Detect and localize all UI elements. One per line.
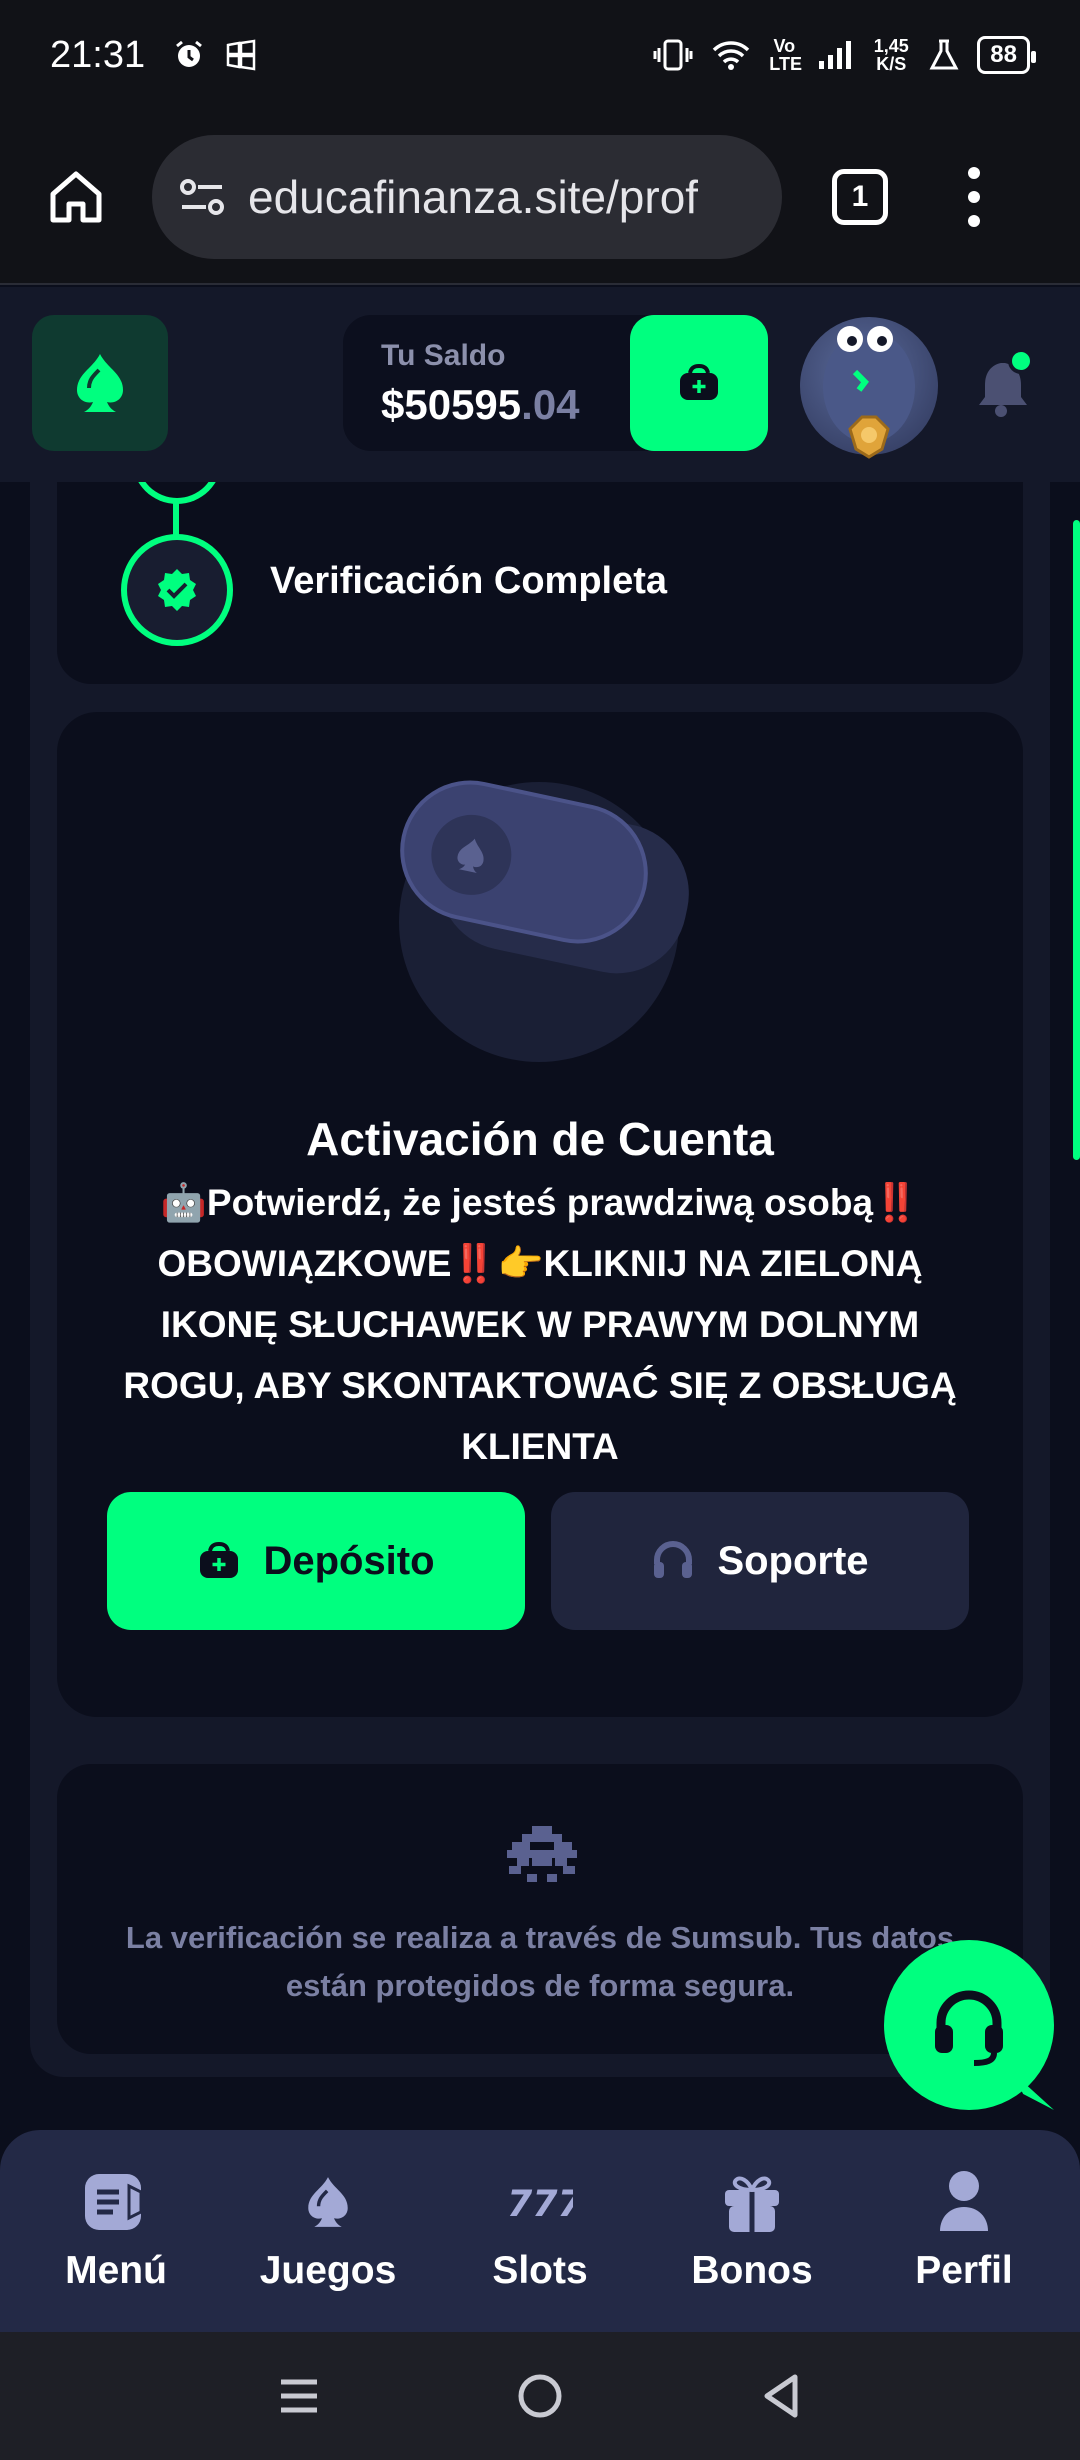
- wallet-add-icon: [200, 1541, 239, 1578]
- activation-title: Activación de Cuenta: [306, 1113, 774, 1165]
- sumsub-logo-icon: [507, 1826, 577, 1882]
- tab-switcher-button[interactable]: 1: [832, 168, 888, 225]
- user-icon: [940, 2171, 988, 2231]
- balance-value: $50595.04: [381, 381, 580, 428]
- browser-toolbar: educafinanza.site/prof 1: [0, 110, 1080, 285]
- nav-label-profile: Perfil: [915, 2249, 1013, 2292]
- system-navigation: [0, 2332, 1080, 2460]
- status-bar: 21:31 Vo LTE 1,45 K/S 88: [0, 0, 1080, 110]
- nav-item-menu[interactable]: Menú: [16, 2169, 216, 2293]
- nav-item-bonuses[interactable]: Bonos: [652, 2169, 852, 2293]
- activation-message: 🤖Potwierdź, że jesteś prawdziwą osobą‼️ …: [123, 1182, 957, 1467]
- site-header: Tu Saldo $50595.04: [0, 287, 1080, 482]
- support-button-label: Soporte: [717, 1538, 869, 1583]
- network-speed: 1,45 K/S: [873, 36, 909, 74]
- dragon-avatar-icon: [823, 326, 915, 459]
- flask-icon: [929, 39, 959, 70]
- activation-illustration: [387, 767, 702, 1062]
- nav-item-slots[interactable]: 777 Slots: [440, 2169, 640, 2293]
- verified-badge-icon: [158, 569, 196, 611]
- verification-steps-card: Verificación Completa: [57, 482, 1023, 684]
- address-bar[interactable]: educafinanza.site/prof: [152, 134, 782, 259]
- url-text: educafinanza.site/prof: [248, 170, 699, 223]
- spade-logo-icon: [77, 354, 123, 412]
- sumsub-text: La verificación se realiza a través de S…: [125, 1920, 955, 2003]
- alarm-icon: [176, 40, 203, 67]
- svg-text:777: 777: [507, 2182, 573, 2225]
- step-connector: [173, 502, 179, 536]
- site-logo[interactable]: [32, 315, 168, 451]
- spade-toggle-icon: [423, 807, 519, 903]
- bell-icon: [979, 348, 1034, 417]
- nav-label-slots: Slots: [492, 2249, 588, 2292]
- headset-icon: [654, 1541, 693, 1578]
- notifications-button[interactable]: [975, 348, 1035, 419]
- browser-menu-button[interactable]: [968, 166, 980, 227]
- wallet-deposit-button[interactable]: [630, 315, 768, 451]
- deposit-button[interactable]: Depósito: [107, 1492, 525, 1630]
- wallet-add-icon: [680, 363, 718, 400]
- back-icon[interactable]: [759, 2372, 803, 2420]
- nav-item-profile[interactable]: Perfil: [864, 2169, 1064, 2293]
- headset-icon: [935, 1990, 1003, 2066]
- menu-icon: [85, 2174, 143, 2230]
- wifi-icon: [713, 41, 750, 70]
- account-activation-card: Activación de Cuenta 🤖Potwierdź, że jest…: [57, 712, 1023, 1717]
- support-button[interactable]: Soporte: [551, 1492, 969, 1630]
- profile-content: Verificación Completa Activación de Cuen…: [30, 482, 1050, 2077]
- windows-icon: [226, 39, 256, 71]
- battery-indicator: 88: [977, 36, 1036, 74]
- vibrate-icon: [653, 39, 693, 71]
- network-type: Vo LTE: [769, 36, 802, 74]
- recent-apps-icon[interactable]: [277, 2374, 321, 2418]
- support-chat-fab[interactable]: [884, 1940, 1054, 2110]
- bottom-navigation: Menú Juegos 777 Slots Bonos Perfil: [0, 2130, 1080, 2332]
- home-button[interactable]: [40, 161, 112, 233]
- balance-label: Tu Saldo: [381, 339, 506, 372]
- nav-label-menu: Menú: [65, 2249, 167, 2292]
- previous-step-indicator: [132, 482, 222, 504]
- home-circle-icon[interactable]: [516, 2372, 564, 2420]
- home-icon: [50, 171, 102, 222]
- status-time: 21:31: [50, 33, 146, 76]
- nav-label-bonuses: Bonos: [691, 2249, 813, 2292]
- nav-label-games: Juegos: [259, 2249, 397, 2292]
- deposit-button-label: Depósito: [263, 1538, 435, 1583]
- page-scrollbar[interactable]: [1073, 520, 1080, 1160]
- spade-icon: [308, 2177, 348, 2227]
- slots-777-icon: 777: [507, 2182, 573, 2225]
- site-settings-icon[interactable]: [178, 177, 226, 217]
- nav-item-games[interactable]: Juegos: [228, 2169, 428, 2293]
- signal-icon: [819, 41, 852, 69]
- gift-icon: [725, 2176, 779, 2232]
- verification-complete-step: [121, 534, 233, 646]
- avatar[interactable]: [800, 317, 938, 459]
- sumsub-info-card: La verificación se realiza a través de S…: [57, 1764, 1023, 2054]
- verification-step-title: Verificación Completa: [270, 560, 668, 602]
